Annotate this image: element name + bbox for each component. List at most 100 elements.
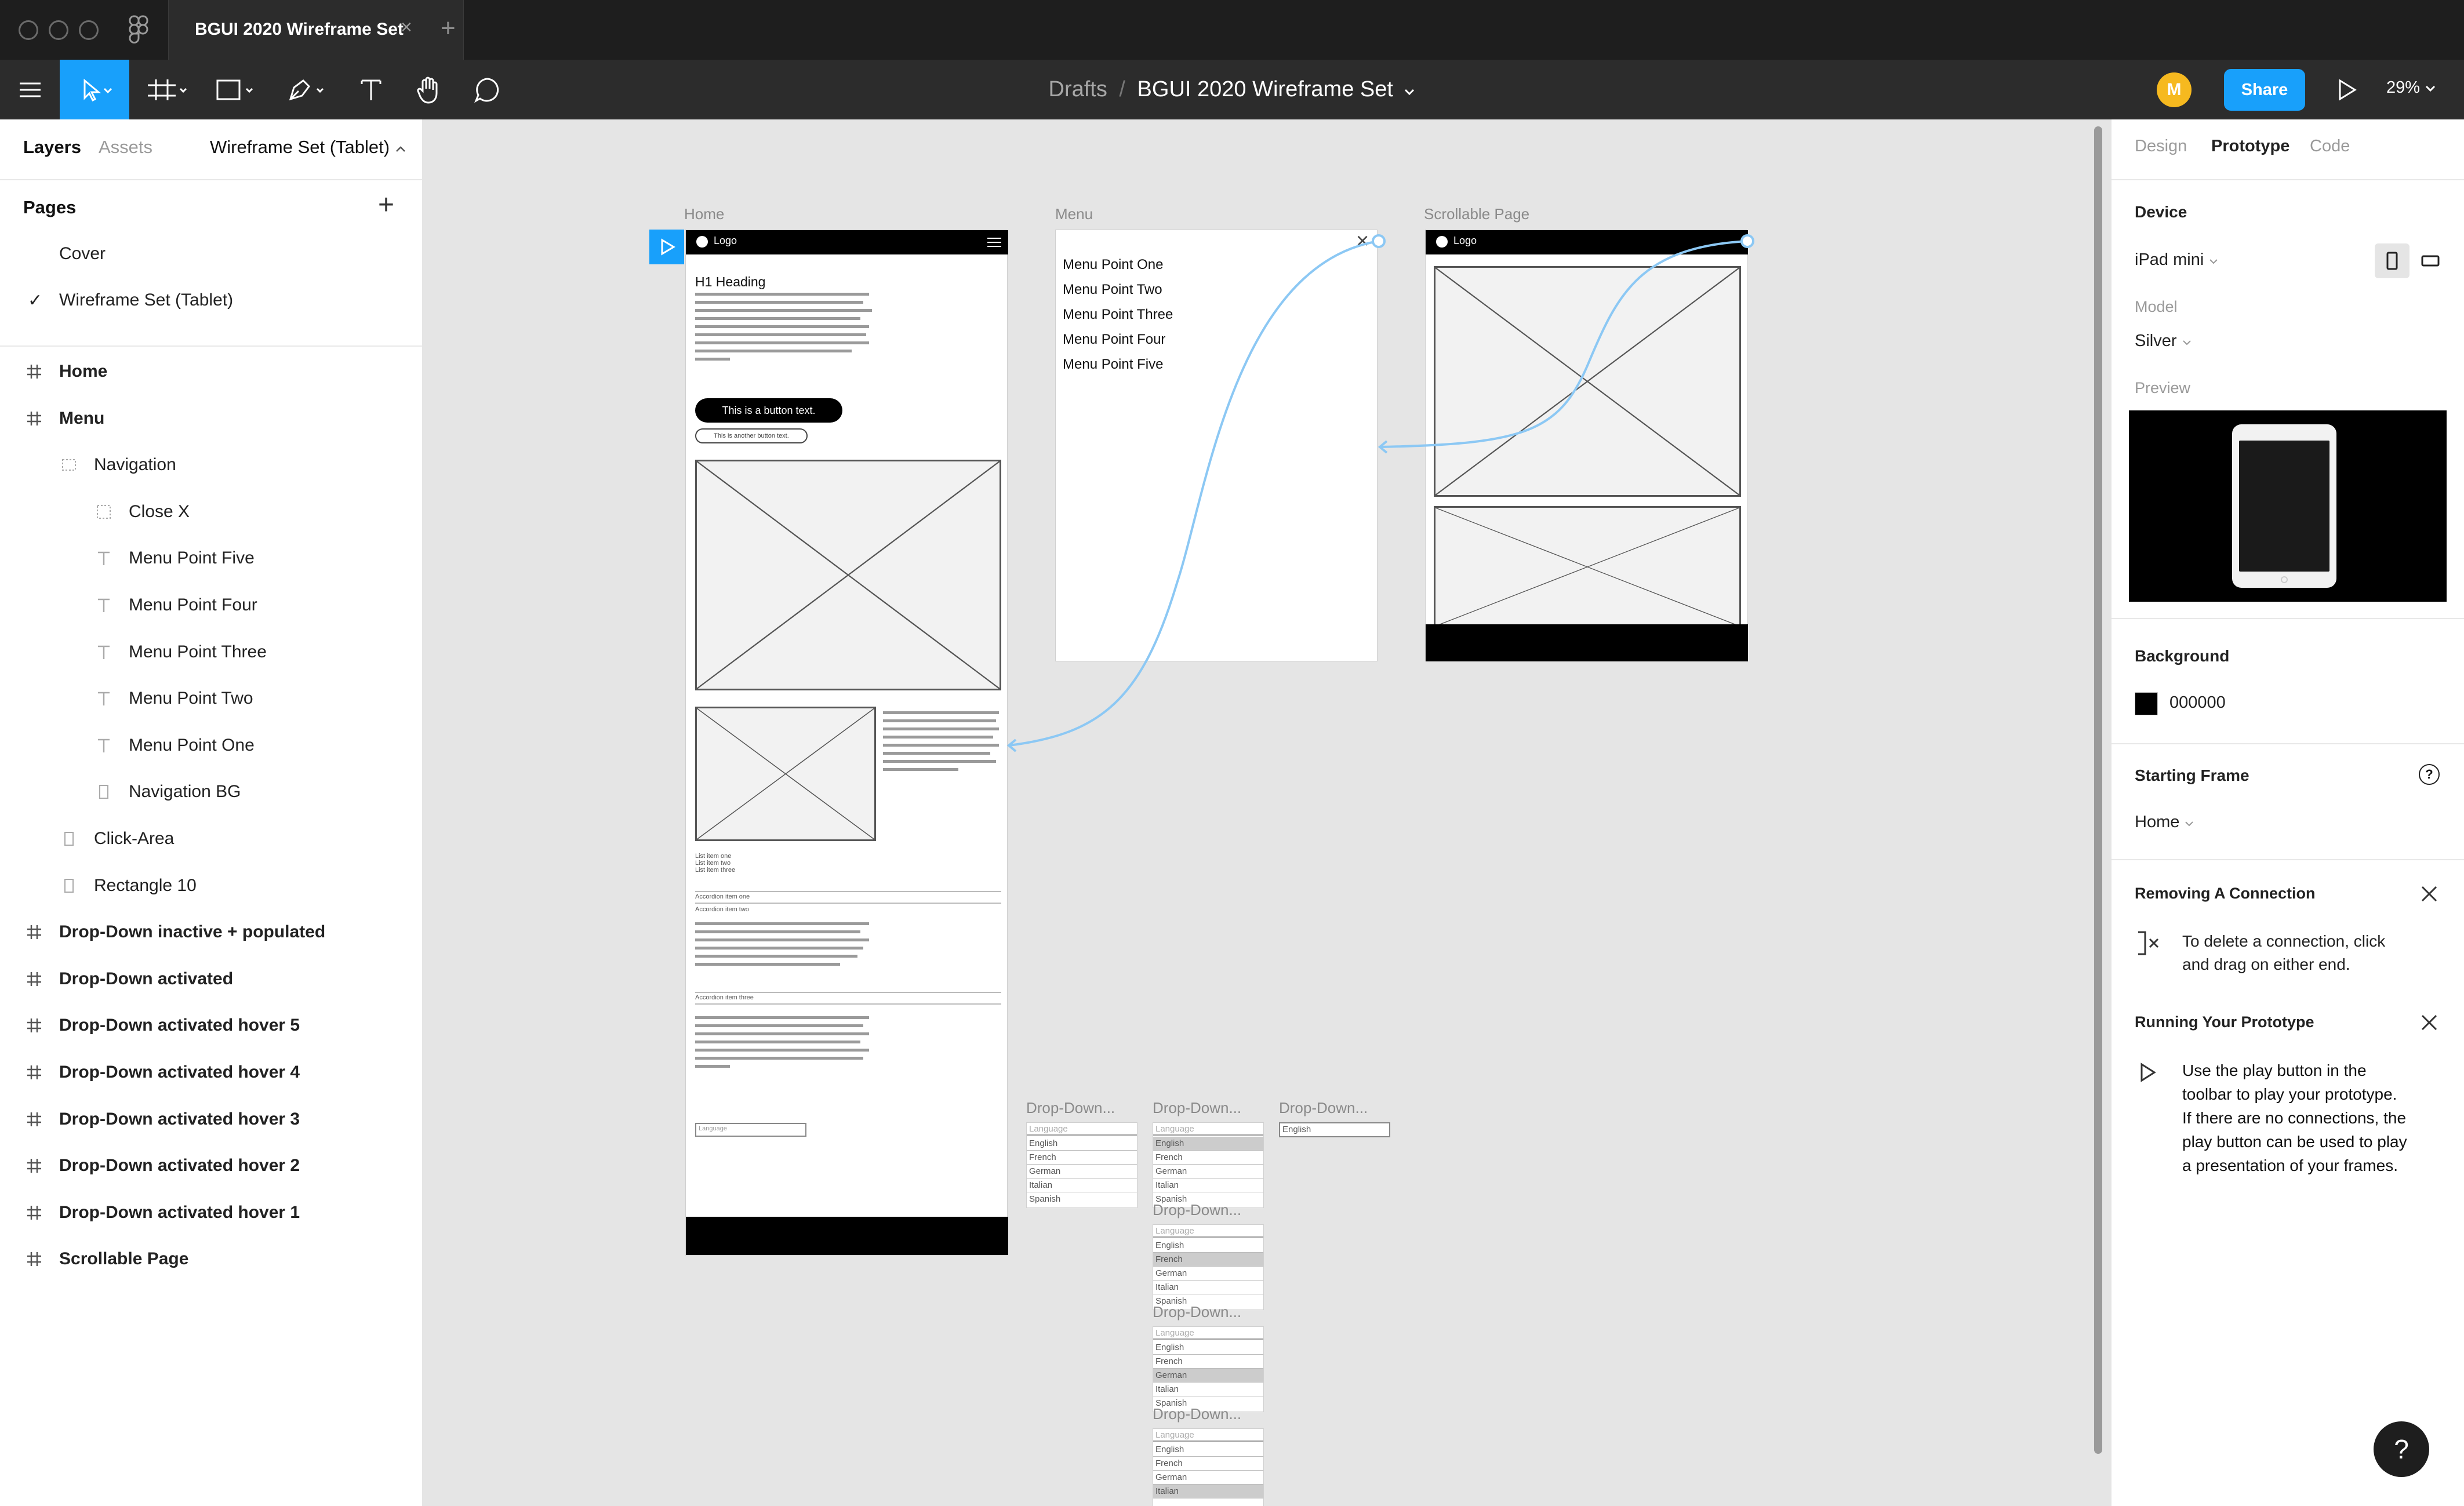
dropdown-option[interactable]: German [1027, 1165, 1137, 1178]
close-window-button[interactable] [19, 20, 38, 40]
layer-row[interactable]: Click-Area [0, 816, 422, 862]
layer-row[interactable]: Drop-Down inactive + populated [0, 909, 422, 955]
dropdown-option[interactable]: Italian [1027, 1178, 1137, 1192]
dropdown-frame-label[interactable]: Drop-Down... [1153, 1405, 1241, 1423]
layer-row[interactable]: Menu Point One [0, 722, 422, 769]
tab-design[interactable]: Design [2135, 137, 2187, 156]
canvas[interactable]: Home Menu Scrollable Page Logo H1 Headin… [423, 119, 2110, 1506]
layer-row[interactable]: Menu Point Four [0, 582, 422, 628]
page-item-wireframe-set[interactable]: ✓ Wireframe Set (Tablet) [0, 277, 422, 323]
layer-row[interactable]: Rectangle 10 [0, 863, 422, 909]
dropdown-option[interactable]: German [1153, 1267, 1263, 1281]
help-circle-icon[interactable]: ? [2419, 764, 2440, 785]
starting-frame-title: Starting Frame [2135, 766, 2249, 784]
dropdown-option[interactable]: German [1153, 1471, 1263, 1485]
dropdown-hover-3-frame[interactable]: Language English French German Italian S… [1153, 1326, 1264, 1412]
file-tab[interactable]: BGUI 2020 Wireframe Set × [168, 0, 464, 60]
model-dropdown[interactable]: Silver [2135, 332, 2192, 351]
rectangle-icon [95, 769, 112, 815]
dropdown-frame-label[interactable]: Drop-Down... [1279, 1099, 1368, 1117]
landscape-orientation-button[interactable] [2413, 243, 2448, 278]
dropdown-header[interactable]: Language [1153, 1327, 1263, 1340]
tab-assets[interactable]: Assets [99, 137, 152, 158]
dropdown-header[interactable]: Language [1153, 1123, 1263, 1136]
page-item-label: Wireframe Set (Tablet) [59, 290, 234, 310]
dropdown-option[interactable]: French [1153, 1355, 1263, 1369]
dropdown-option-label: Italian [1029, 1180, 1053, 1190]
portrait-orientation-button[interactable] [2375, 243, 2410, 278]
layer-row[interactable]: Menu Point Two [0, 675, 422, 722]
device-dropdown[interactable]: iPad mini [2135, 250, 2219, 270]
figma-logo-icon[interactable] [129, 15, 148, 47]
zoom-level-dropdown[interactable]: 29% [2386, 78, 2436, 97]
share-button[interactable]: Share [2224, 69, 2305, 111]
page-item-cover[interactable]: Cover [0, 231, 422, 277]
dropdown-option-hover[interactable]: English [1153, 1137, 1263, 1151]
dropdown-option[interactable]: French [1153, 1151, 1263, 1165]
divider [0, 179, 422, 180]
layer-row[interactable]: Drop-Down activated hover 1 [0, 1189, 422, 1236]
dropdown-option[interactable]: English [1153, 1443, 1263, 1457]
canvas-scrollbar[interactable] [2094, 126, 2102, 1454]
layer-row[interactable]: Menu Point Five [0, 535, 422, 581]
layer-row[interactable]: Scrollable Page [0, 1236, 422, 1282]
page-selector[interactable]: Wireframe Set (Tablet) [210, 137, 406, 158]
dropdown-option[interactable]: English [1027, 1137, 1137, 1151]
dropdown-inactive-frame[interactable]: English [1279, 1122, 1390, 1137]
tab-prototype[interactable]: Prototype [2211, 137, 2289, 156]
layer-row[interactable]: Drop-Down activated hover 2 [0, 1143, 422, 1189]
present-button[interactable] [2335, 77, 2358, 106]
play-icon [2140, 1063, 2156, 1082]
layer-row[interactable]: Menu [0, 395, 422, 442]
new-tab-button[interactable]: + [441, 14, 456, 43]
background-color-swatch[interactable] [2135, 692, 2158, 715]
dropdown-frame-label[interactable]: Drop-Down... [1026, 1099, 1115, 1117]
layer-row[interactable]: Navigation BG [0, 769, 422, 815]
dropdown-option[interactable]: Spanish [1027, 1192, 1137, 1206]
dropdown-option-hover[interactable]: Italian [1153, 1485, 1263, 1498]
dropdown-option[interactable]: English [1153, 1341, 1263, 1355]
starting-frame-dropdown[interactable]: Home [2135, 813, 2194, 832]
dropdown-option-hover[interactable]: French [1153, 1253, 1263, 1267]
breadcrumb: Drafts / BGUI 2020 Wireframe Set [0, 77, 2464, 102]
dropdown-option[interactable]: Italian [1153, 1383, 1263, 1396]
layer-row[interactable]: Menu Point Three [0, 629, 422, 675]
dropdown-option[interactable]: English [1153, 1239, 1263, 1253]
tab-layers[interactable]: Layers [23, 137, 81, 158]
user-avatar[interactable]: M [2157, 72, 2192, 107]
dropdown-option[interactable]: French [1027, 1151, 1137, 1165]
background-hex-value[interactable]: 000000 [2169, 693, 2226, 712]
layer-row[interactable]: Navigation [0, 442, 422, 488]
add-page-button[interactable]: + [378, 189, 394, 221]
layer-row[interactable]: Drop-Down activated hover 4 [0, 1049, 422, 1096]
dropdown-option-hover[interactable]: German [1153, 1369, 1263, 1383]
dropdown-option[interactable]: French [1153, 1457, 1263, 1471]
layer-row[interactable]: Home [0, 348, 422, 395]
dropdown-hover-5-frame[interactable]: Language English French German Italian S… [1153, 1122, 1264, 1208]
dropdown-option[interactable]: Italian [1153, 1281, 1263, 1294]
layer-row[interactable]: Drop-Down activated [0, 956, 422, 1002]
dropdown-hover-4-frame[interactable]: Language English French German Italian S… [1153, 1224, 1264, 1310]
dropdown-hover-2-frame[interactable]: Language English French German Italian [1153, 1428, 1264, 1506]
dropdown-activated-frame[interactable]: Language English French German Italian S… [1026, 1122, 1137, 1208]
dropdown-frame-label[interactable]: Drop-Down... [1153, 1201, 1241, 1219]
breadcrumb-drafts-link[interactable]: Drafts [1049, 77, 1107, 101]
dropdown-option[interactable]: German [1153, 1165, 1263, 1178]
minimize-window-button[interactable] [49, 20, 68, 40]
file-name[interactable]: BGUI 2020 Wireframe Set [1137, 77, 1393, 101]
layer-row[interactable]: Close X [0, 489, 422, 535]
tab-code[interactable]: Code [2310, 137, 2350, 156]
zoom-window-button[interactable] [79, 20, 99, 40]
dropdown-frame-label[interactable]: Drop-Down... [1153, 1099, 1241, 1117]
component-icon [95, 489, 112, 535]
dropdown-header[interactable]: Language [1027, 1123, 1137, 1136]
chevron-down-icon [2209, 259, 2218, 264]
dropdown-header[interactable]: Language [1153, 1429, 1263, 1442]
dropdown-option[interactable]: Italian [1153, 1178, 1263, 1192]
layer-row[interactable]: Drop-Down activated hover 3 [0, 1096, 422, 1143]
dropdown-header[interactable]: Language [1153, 1225, 1263, 1238]
help-button[interactable]: ? [2374, 1421, 2429, 1477]
close-tab-icon[interactable]: × [401, 16, 412, 39]
layer-row[interactable]: Drop-Down activated hover 5 [0, 1002, 422, 1049]
dropdown-frame-label[interactable]: Drop-Down... [1153, 1303, 1241, 1321]
